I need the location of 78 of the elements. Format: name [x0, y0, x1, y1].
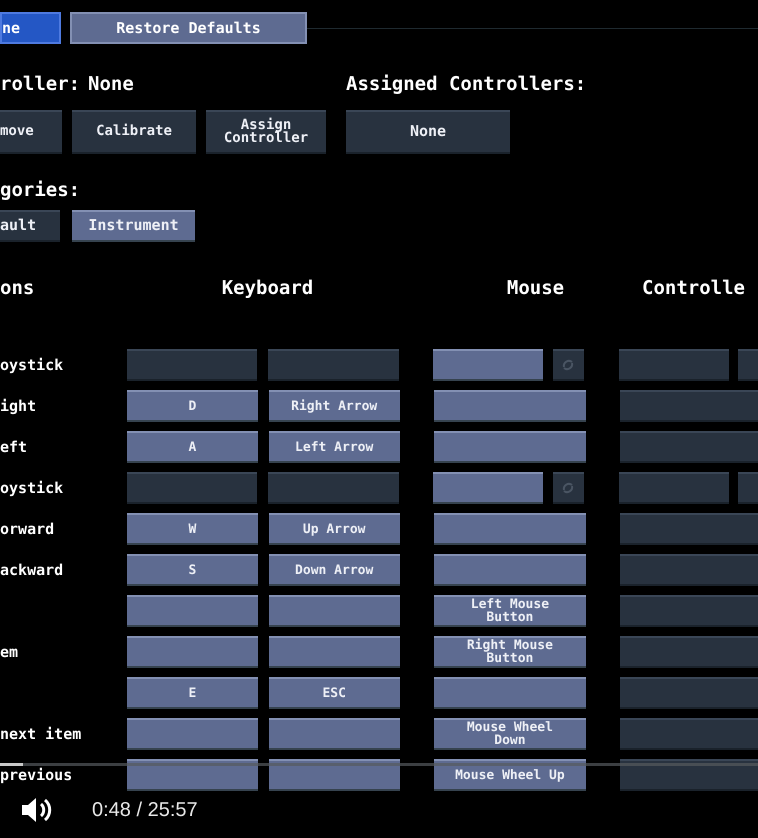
keyboard-binding[interactable]	[126, 759, 258, 791]
video-time: 0:48 / 25:57	[92, 798, 198, 823]
mouse-binding[interactable]	[433, 349, 543, 381]
controller-binding[interactable]	[620, 431, 758, 463]
controller-binding[interactable]	[620, 759, 758, 791]
mouse-binding[interactable]	[433, 472, 543, 504]
keyboard-binding[interactable]	[268, 759, 400, 791]
controller-binding[interactable]	[620, 718, 758, 750]
column-header: Controlle	[641, 276, 745, 300]
controller-binding[interactable]	[618, 472, 729, 504]
video-progress-track[interactable]	[0, 763, 758, 766]
action-label: ight	[0, 396, 38, 417]
keyboard-binding[interactable]: S	[126, 554, 258, 586]
action-label: em	[0, 642, 20, 663]
controller-binding[interactable]	[620, 636, 758, 668]
action-label: eft	[0, 436, 28, 458]
mouse-binding[interactable]	[434, 677, 586, 709]
swap-button[interactable]	[738, 349, 758, 381]
mouse-binding[interactable]	[434, 513, 586, 545]
menu-button[interactable]: ne	[0, 12, 61, 44]
category-tab[interactable]: Instrument	[72, 210, 195, 242]
action-label: oystick	[0, 478, 64, 499]
keyboard-binding[interactable]: Right Arrow	[268, 390, 400, 422]
mouse-binding[interactable]: Mouse Wheel Down	[434, 718, 586, 750]
action-label: orward	[0, 518, 56, 540]
keyboard-binding[interactable]: A	[126, 431, 258, 463]
keyboard-binding[interactable]	[126, 595, 258, 627]
menu-button[interactable]: Restore Defaults	[70, 12, 307, 44]
action-label: ackward	[0, 560, 64, 581]
controller-binding[interactable]	[620, 595, 758, 627]
mouse-binding[interactable]: Left Mouse Button	[434, 595, 586, 627]
volume-icon[interactable]	[20, 795, 54, 825]
controller-binding[interactable]	[620, 554, 758, 586]
controller-button[interactable]: move	[0, 110, 62, 154]
controller-binding[interactable]	[620, 513, 758, 545]
mouse-binding[interactable]	[434, 554, 586, 586]
assigned-controller-button[interactable]: None	[346, 110, 510, 154]
controller-binding[interactable]	[620, 390, 758, 422]
mouse-binding[interactable]: Mouse Wheel Up	[434, 759, 586, 791]
keyboard-binding[interactable]: Up Arrow	[268, 513, 400, 545]
controller-button[interactable]: Calibrate	[72, 110, 196, 154]
keyboard-binding[interactable]	[268, 636, 400, 668]
category-tab[interactable]: ault	[0, 210, 60, 242]
controller-binding[interactable]	[620, 677, 758, 709]
keyboard-binding[interactable]	[126, 349, 258, 381]
mouse-binding[interactable]	[434, 390, 586, 422]
keyboard-binding[interactable]: Left Arrow	[268, 431, 400, 463]
keyboard-binding[interactable]	[268, 718, 400, 750]
column-header: Mouse	[506, 276, 566, 300]
keyboard-binding[interactable]	[126, 472, 258, 504]
controller-button[interactable]: Assign Controller	[206, 110, 326, 154]
keyboard-binding[interactable]: D	[126, 390, 258, 422]
swap-icon	[561, 358, 576, 372]
action-label: next item	[0, 724, 82, 745]
controller-value: None	[88, 72, 135, 97]
controller-label: roller:	[0, 72, 82, 97]
mouse-binding[interactable]	[434, 431, 586, 463]
keyboard-binding[interactable]	[268, 595, 400, 627]
keyboard-binding[interactable]: Down Arrow	[268, 554, 400, 586]
swap-button[interactable]	[738, 472, 758, 504]
action-label: oystick	[0, 354, 64, 376]
action-label: previous	[0, 764, 74, 786]
controller-binding[interactable]	[618, 349, 729, 381]
keyboard-binding[interactable]: ESC	[268, 677, 400, 709]
keyboard-binding[interactable]	[268, 472, 399, 504]
swap-button[interactable]	[552, 349, 584, 381]
keyboard-binding[interactable]	[268, 349, 399, 381]
categories-label: gories:	[0, 178, 82, 202]
column-header: Keyboard	[220, 276, 314, 300]
swap-icon	[561, 481, 576, 495]
assigned-controllers-label: Assigned Controllers:	[346, 72, 586, 97]
keyboard-binding[interactable]: E	[126, 677, 258, 709]
keyboard-binding[interactable]	[126, 718, 258, 750]
keyboard-binding[interactable]	[126, 636, 258, 668]
swap-button[interactable]	[552, 472, 584, 504]
column-header: ons	[0, 276, 36, 300]
keyboard-binding[interactable]: W	[126, 513, 258, 545]
mouse-binding[interactable]: Right Mouse Button	[434, 636, 586, 668]
